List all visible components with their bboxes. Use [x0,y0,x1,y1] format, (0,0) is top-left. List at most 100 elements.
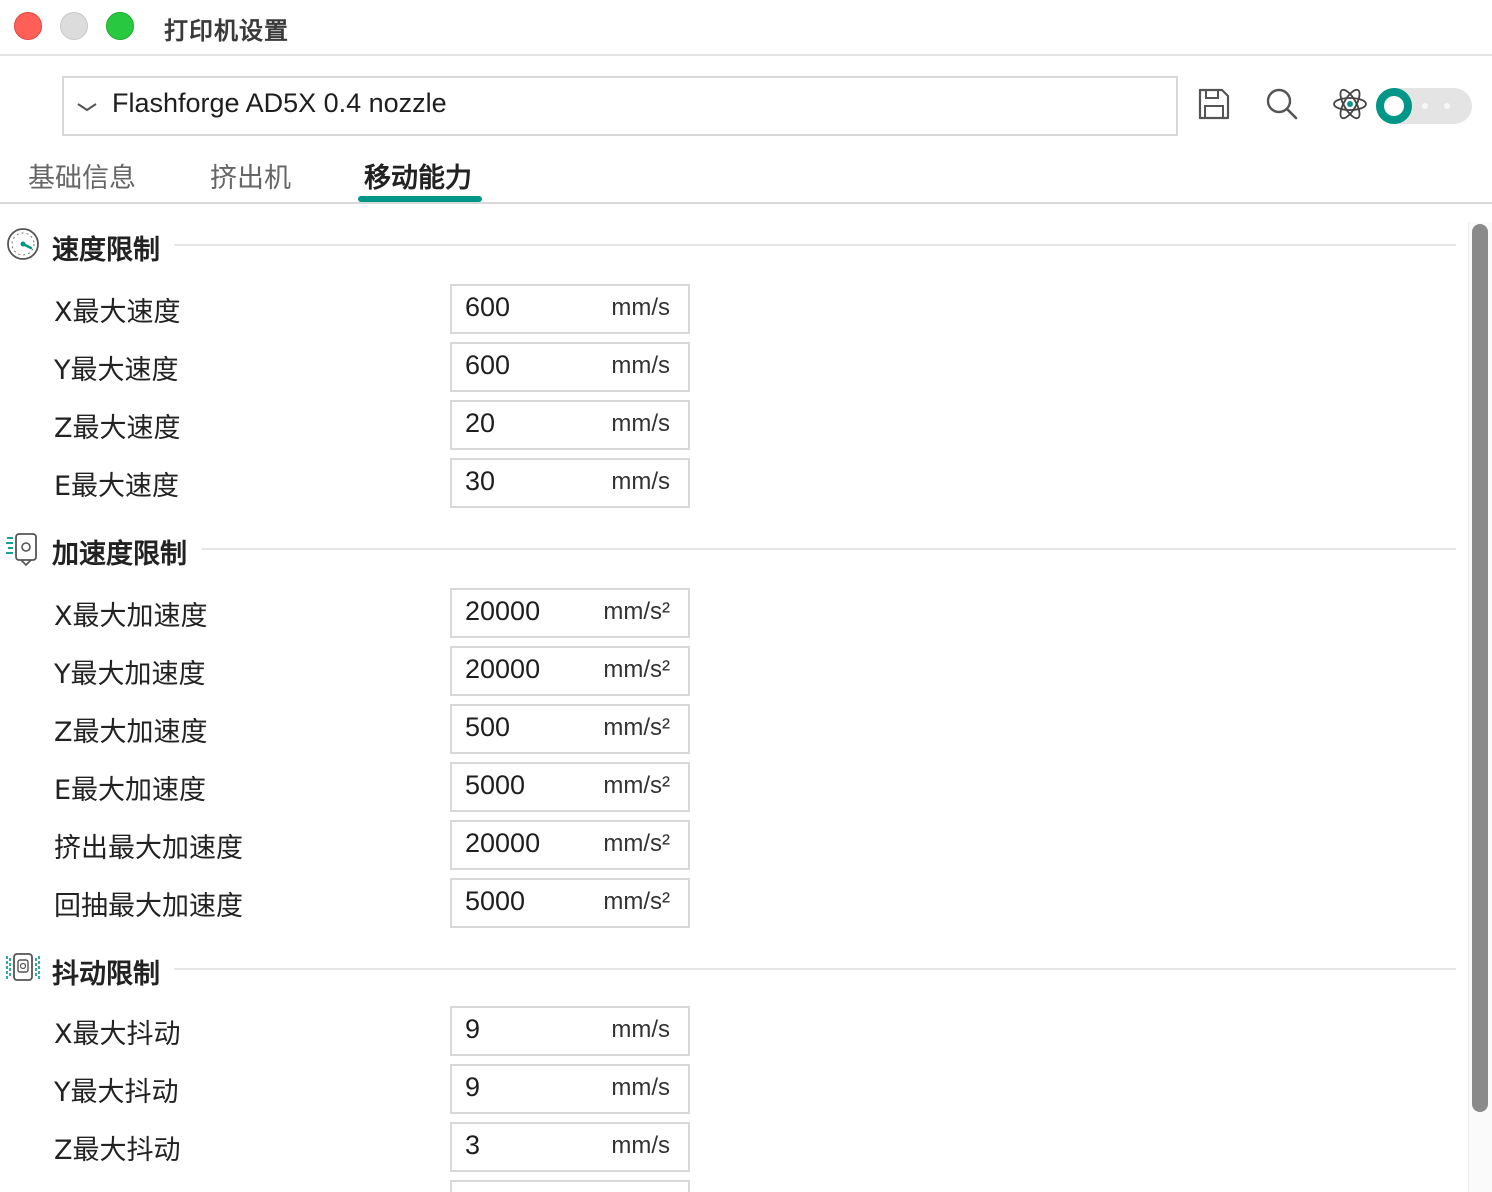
setting-label: Y最大抖动 [54,1077,179,1108]
section-divider [202,548,1456,550]
title-bar: 打印机设置 [0,0,1492,56]
speedometer-icon [7,228,39,260]
setting-input[interactable]: 600 mm/s [450,284,690,334]
setting-input[interactable]: 9 mm/s [450,1006,690,1056]
setting-input[interactable] [450,1180,690,1192]
setting-row [0,1180,1466,1192]
setting-input[interactable]: 5000 mm/s² [450,762,690,812]
section-divider [174,968,1456,970]
toggle-dot [1422,103,1428,109]
save-icon[interactable] [1194,84,1234,124]
tab-extruder[interactable]: 挤出机 [210,156,291,195]
close-window-button[interactable] [14,12,42,40]
settings-content: 速度限制 X最大速度 600 mm/s Y最大速度 600 mm/s Z最大速度… [0,204,1466,1192]
setting-label: Z最大加速度 [54,717,208,748]
setting-input[interactable]: 3 mm/s [450,1122,690,1172]
setting-value[interactable]: 500 [465,712,510,743]
setting-unit: mm/s [611,1016,670,1043]
setting-value[interactable]: 3 [465,1130,480,1161]
setting-unit: mm/s [611,294,670,321]
setting-row: X最大加速度 20000 mm/s² [0,588,1466,638]
setting-row: Y最大速度 600 mm/s [0,342,1466,392]
setting-unit: mm/s [611,410,670,437]
acceleration-icon [6,533,37,566]
setting-input[interactable]: 600 mm/s [450,342,690,392]
section-acceleration-limit: 加速度限制 [0,528,1466,572]
setting-input[interactable]: 9 mm/s [450,1064,690,1114]
setting-row: Z最大速度 20 mm/s [0,400,1466,450]
window-title: 打印机设置 [164,17,289,45]
setting-label: Y最大速度 [54,355,179,386]
setting-label: 挤出最大加速度 [54,833,243,864]
setting-unit: mm/s [611,1074,670,1101]
setting-value[interactable]: 9 [465,1014,480,1045]
setting-unit: mm/s² [603,888,670,915]
setting-unit: mm/s² [603,772,670,799]
setting-label: X最大速度 [54,297,181,328]
setting-label: X最大加速度 [54,601,208,632]
zoom-window-button[interactable] [106,12,134,40]
setting-row: X最大速度 600 mm/s [0,284,1466,334]
jerk-icon [6,953,40,981]
setting-row: X最大抖动 9 mm/s [0,1006,1466,1056]
tab-bar: 基础信息 挤出机 移动能力 [0,150,1492,204]
setting-label: Z最大抖动 [54,1135,181,1166]
setting-value[interactable]: 20000 [465,596,540,627]
setting-unit: mm/s² [603,598,670,625]
tab-basic-info[interactable]: 基础信息 [28,156,136,195]
setting-value[interactable]: 5000 [465,886,525,917]
setting-value[interactable]: 600 [465,350,510,381]
setting-input[interactable]: 500 mm/s² [450,704,690,754]
setting-input[interactable]: 20000 mm/s² [450,588,690,638]
toggle-dot [1444,103,1450,109]
setting-input[interactable]: 5000 mm/s² [450,878,690,928]
advanced-mode-toggle[interactable] [1376,88,1472,124]
setting-row: 回抽最大加速度 5000 mm/s² [0,878,1466,928]
setting-row: 挤出最大加速度 20000 mm/s² [0,820,1466,870]
setting-label: X最大抖动 [54,1019,181,1050]
setting-label: E最大加速度 [54,775,207,806]
setting-row: E最大加速度 5000 mm/s² [0,762,1466,812]
setting-label: E最大速度 [54,471,180,502]
section-title: 加速度限制 [52,539,187,570]
setting-value[interactable]: 20000 [465,654,540,685]
setting-unit: mm/s [611,468,670,495]
setting-input[interactable]: 20000 mm/s² [450,646,690,696]
setting-row: Y最大加速度 20000 mm/s² [0,646,1466,696]
setting-input[interactable]: 20000 mm/s² [450,820,690,870]
setting-label: Y最大加速度 [54,659,206,690]
setting-label: 回抽最大加速度 [54,891,243,922]
setting-input[interactable]: 30 mm/s [450,458,690,508]
setting-value[interactable]: 30 [465,466,495,497]
setting-value[interactable]: 600 [465,292,510,323]
search-icon[interactable] [1262,84,1302,124]
setting-unit: mm/s² [603,714,670,741]
active-tab-indicator [358,196,482,202]
setting-input[interactable]: 20 mm/s [450,400,690,450]
section-title: 速度限制 [52,235,160,266]
setting-value[interactable]: 5000 [465,770,525,801]
setting-row: Z最大加速度 500 mm/s² [0,704,1466,754]
advanced-mode-icon[interactable] [1330,84,1370,124]
preset-name: Flashforge AD5X 0.4 nozzle [112,88,447,118]
printer-preset-dropdown[interactable]: Flashforge AD5X 0.4 nozzle [62,76,1178,136]
setting-row: Y最大抖动 9 mm/s [0,1064,1466,1114]
setting-unit: mm/s [611,1132,670,1159]
minimize-window-button[interactable] [60,12,88,40]
setting-unit: mm/s² [603,656,670,683]
setting-value[interactable]: 9 [465,1072,480,1103]
scrollbar-thumb[interactable] [1472,224,1488,1112]
section-divider [174,244,1456,246]
section-speed-limit: 速度限制 [0,224,1466,268]
setting-value[interactable]: 20 [465,408,495,439]
setting-unit: mm/s² [603,830,670,857]
setting-label: Z最大速度 [54,413,181,444]
chevron-down-icon [77,103,97,112]
setting-row: Z最大抖动 3 mm/s [0,1122,1466,1172]
setting-value[interactable]: 20000 [465,828,540,859]
section-title: 抖动限制 [52,959,160,990]
tab-motion-ability[interactable]: 移动能力 [364,156,472,195]
setting-unit: mm/s [611,352,670,379]
section-jerk-limit: 抖动限制 [0,948,1466,992]
toggle-knob [1376,88,1412,124]
